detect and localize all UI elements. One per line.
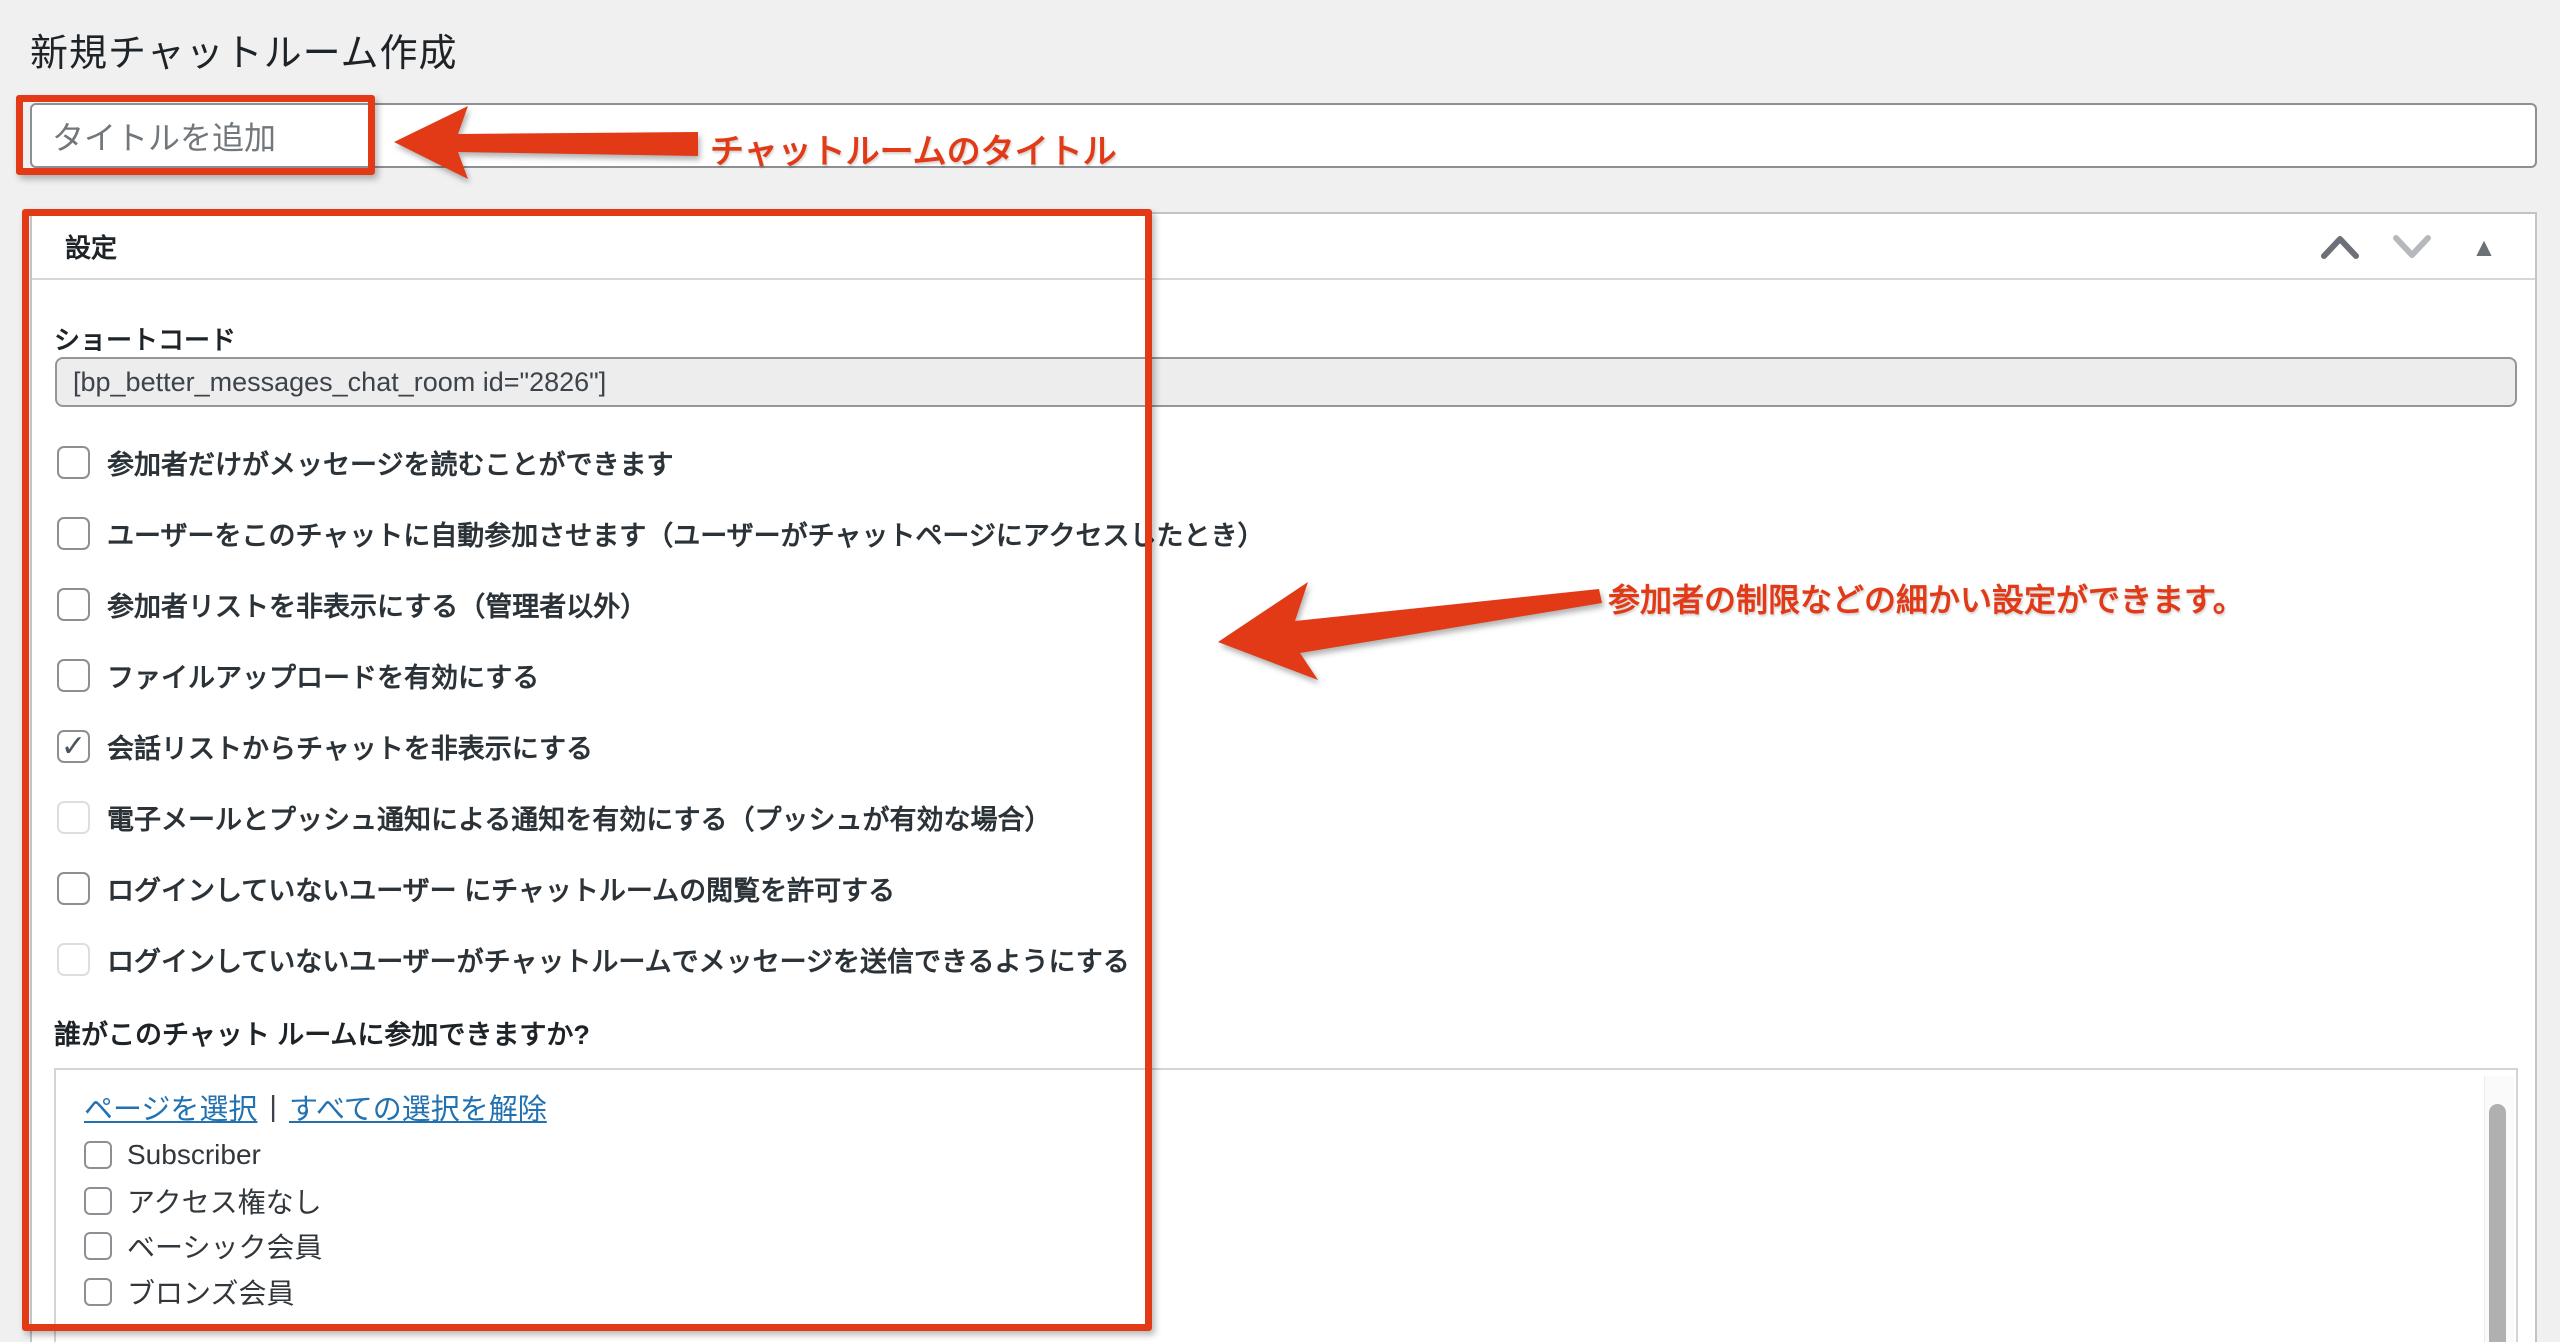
setting-checkbox-row[interactable]: ✓ 会話リストからチャットを非表示にする [57, 729, 593, 763]
setting-checkbox-row[interactable]: ユーザーをこのチャットに自動参加させます（ユーザーがチャットページにアクセスした… [57, 516, 1265, 550]
role-checkbox[interactable] [84, 1232, 112, 1260]
setting-checkbox-row[interactable]: 参加者リストを非表示にする（管理者以外） [57, 587, 647, 621]
participants-question: 誰がこのチャット ルームに参加できますか? [54, 1013, 590, 1052]
title-input-placeholder: タイトルを追加 [52, 113, 276, 159]
setting-checkbox-label: 参加者だけがメッセージを読むことができます [107, 443, 673, 482]
setting-checkbox[interactable] [57, 588, 90, 621]
setting-checkbox-label: 電子メールとプッシュ通知による通知を有効にする（プッシュが有効な場合） [107, 798, 1051, 837]
role-label: ブロンズ会員 [127, 1272, 294, 1312]
setting-checkbox-row[interactable]: 参加者だけがメッセージを読むことができます [57, 445, 673, 479]
setting-checkbox[interactable] [57, 943, 90, 976]
setting-checkbox[interactable]: ✓ [57, 730, 90, 763]
setting-checkbox-row[interactable]: 電子メールとプッシュ通知による通知を有効にする（プッシュが有効な場合） [57, 800, 1051, 834]
shortcode-field[interactable]: [bp_better_messages_chat_room id="2826"] [55, 357, 2517, 407]
shortcode-value: [bp_better_messages_chat_room id="2826"] [73, 367, 606, 398]
role-checkbox[interactable] [84, 1278, 112, 1306]
setting-checkbox[interactable] [57, 659, 90, 692]
setting-checkbox[interactable] [57, 801, 90, 834]
setting-checkbox-label: ログインしていないユーザー にチャットルームの閲覧を許可する [107, 869, 895, 908]
role-checkbox[interactable] [84, 1141, 112, 1169]
role-row[interactable]: ブロンズ会員 [84, 1277, 294, 1307]
links-separator: | [269, 1091, 277, 1124]
setting-checkbox[interactable] [57, 872, 90, 905]
setting-checkbox-row[interactable]: ファイルアップロードを有効にする [57, 658, 539, 692]
setting-checkbox-row[interactable]: ログインしていないユーザーがチャットルームでメッセージを送信できるようにする [57, 942, 1130, 976]
role-label: アクセス権なし [127, 1181, 322, 1221]
setting-checkbox-label: ユーザーをこのチャットに自動参加させます（ユーザーがチャットページにアクセスした… [107, 514, 1265, 553]
move-down-icon[interactable] [2389, 227, 2435, 267]
role-label: ベーシック会員 [127, 1226, 322, 1266]
page-title: 新規チャットルーム作成 [30, 22, 457, 77]
settings-metabox: 設定 ▲ ショートコード [bp_better_messages_chat_ro… [30, 212, 2537, 1342]
move-up-icon[interactable] [2317, 227, 2363, 267]
roles-select-box: ページを選択 | すべての選択を解除 Subscriberアクセス権なしベーシッ… [54, 1068, 2518, 1342]
setting-checkbox-row[interactable]: ログインしていないユーザー にチャットルームの閲覧を許可する [57, 871, 895, 905]
page: 新規チャットルーム作成 タイトルを追加 設定 ▲ ショートコード [bp_bet… [0, 0, 2560, 1342]
role-checkbox[interactable] [84, 1187, 112, 1215]
role-label: Subscriber [127, 1139, 261, 1171]
setting-checkbox-label: 参加者リストを非表示にする（管理者以外） [107, 585, 647, 624]
deselect-all-link[interactable]: すべての選択を解除 [289, 1086, 547, 1128]
metabox-controls: ▲ [2317, 214, 2507, 280]
settings-metabox-title: 設定 [65, 228, 117, 265]
setting-checkbox-label: ファイルアップロードを有効にする [107, 656, 539, 695]
setting-checkbox[interactable] [57, 517, 90, 550]
role-row[interactable]: アクセス権なし [84, 1186, 322, 1216]
setting-checkbox-label: ログインしていないユーザーがチャットルームでメッセージを送信できるようにする [107, 940, 1130, 979]
roles-scrollbar-track[interactable] [2484, 1076, 2514, 1342]
shortcode-label: ショートコード [54, 320, 236, 357]
roles-links-row: ページを選択 | すべての選択を解除 [84, 1086, 547, 1128]
setting-checkbox-label: 会話リストからチャットを非表示にする [107, 727, 593, 766]
collapse-toggle-icon[interactable]: ▲ [2461, 227, 2507, 267]
settings-metabox-header: 設定 ▲ [32, 214, 2535, 280]
setting-checkbox[interactable] [57, 446, 90, 479]
role-row[interactable]: ベーシック会員 [84, 1231, 322, 1261]
select-pages-link[interactable]: ページを選択 [84, 1086, 257, 1128]
role-row[interactable]: Subscriber [84, 1140, 261, 1170]
title-input[interactable]: タイトルを追加 [30, 103, 2537, 168]
roles-scrollbar-thumb[interactable] [2489, 1104, 2506, 1342]
